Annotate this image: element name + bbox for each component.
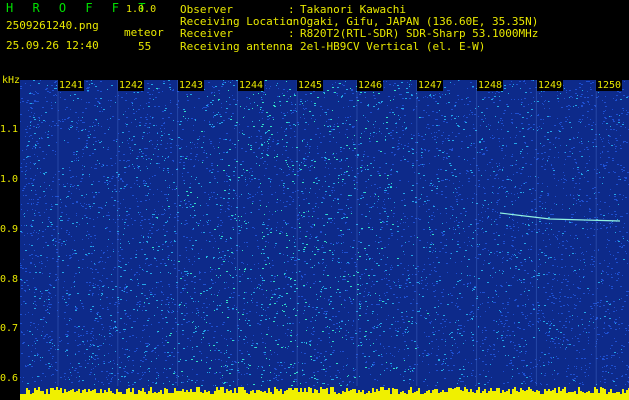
y-tick-label: 1.0	[0, 174, 19, 185]
meteor-label: meteor	[124, 26, 164, 39]
info-row-receiver: Receiver: R820T2(RTL-SDR) SDR-Sharp 53.10…	[180, 28, 538, 40]
y-axis-unit: kHz	[2, 75, 21, 86]
y-tick-label: 0.7	[0, 323, 19, 334]
y-tick-label: 0.9	[0, 224, 19, 235]
x-tick-label: 1242	[118, 80, 145, 91]
info-value: 2el-HB9CV Vertical (el. E-W)	[300, 39, 486, 53]
x-tick-label: 1243	[178, 80, 205, 91]
info-colon: :	[288, 39, 295, 53]
y-tick-label: 1.1	[0, 124, 19, 135]
x-tick-label: 1241	[58, 80, 85, 91]
x-tick-label: 1246	[357, 80, 384, 91]
x-tick-label: 1248	[477, 80, 504, 91]
info-key: Receiving antenna	[180, 39, 293, 53]
info-value: R820T2(RTL-SDR) SDR-Sharp 53.1000MHz	[300, 27, 539, 41]
y-tick-label: 0.8	[0, 274, 19, 285]
info-key: Receiver	[180, 27, 233, 41]
header-panel: H R O F F T 1.0.0 2509261240.png 25.09.2…	[0, 0, 629, 86]
meteor-count: 55	[138, 40, 152, 53]
x-tick-label: 1250	[596, 80, 623, 91]
spectrogram-plot	[20, 80, 629, 400]
x-tick-label: 1245	[297, 80, 324, 91]
y-tick-label: 0.6	[0, 373, 19, 384]
station-info: Observer: Takanori Kawachi Receiving Loca…	[180, 3, 538, 53]
info-colon: :	[288, 27, 295, 41]
info-row-antenna: Receiving antenna:2el-HB9CV Vertical (el…	[180, 39, 538, 53]
spectrogram-canvas	[20, 80, 629, 400]
capture-timestamp: 25.09.26 12:40	[6, 39, 99, 52]
x-tick-label: 1249	[537, 80, 564, 91]
x-tick-label: 1247	[417, 80, 444, 91]
app-version: 1.0.0	[126, 4, 157, 15]
x-tick-label: 1244	[238, 80, 265, 91]
image-filename: 2509261240.png	[6, 19, 99, 32]
